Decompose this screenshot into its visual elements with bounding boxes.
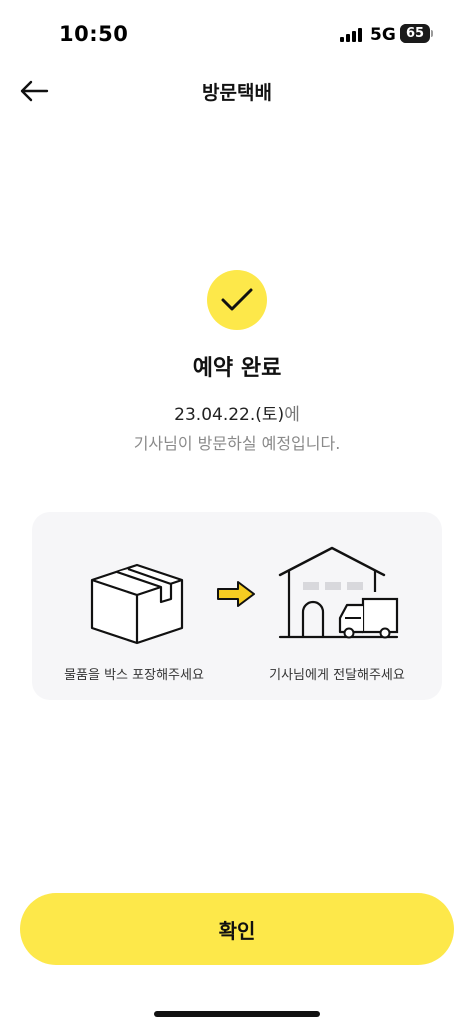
app-header: 방문택배 bbox=[0, 60, 474, 122]
pickup-date: 23.04.22.(토) bbox=[174, 405, 285, 425]
reservation-complete-title: 예약 완료 bbox=[192, 356, 282, 381]
pickup-date-suffix: 에 bbox=[284, 405, 300, 425]
step-label-handover: 기사님에게 전달해주세요 bbox=[269, 668, 405, 683]
pickup-date-line: 23.04.22.(토)에 bbox=[0, 400, 474, 425]
delivery-house-icon bbox=[278, 546, 399, 639]
confirm-button[interactable]: 확인 bbox=[20, 893, 454, 965]
checkmark-icon bbox=[221, 288, 253, 311]
steps-card: 물품을 박스 포장해주세요 기사님에게 전달해주세요 bbox=[32, 512, 442, 700]
status-time: 10:50 bbox=[59, 22, 129, 46]
status-bar: 10:50 5G 65 bbox=[0, 0, 474, 60]
arrow-right-icon bbox=[217, 581, 255, 607]
pickup-info-message: 기사님이 방문하실 예정입니다. bbox=[133, 434, 341, 453]
page-title: 방문택배 bbox=[202, 82, 272, 104]
success-badge bbox=[207, 270, 267, 330]
battery-percent: 65 bbox=[405, 26, 425, 41]
home-indicator bbox=[154, 1011, 320, 1017]
cellular-signal-icon bbox=[340, 28, 362, 42]
step-label-pack: 물품을 박스 포장해주세요 bbox=[64, 668, 204, 683]
package-box-icon bbox=[90, 563, 184, 645]
network-type: 5G bbox=[370, 25, 396, 45]
battery-icon: 65 bbox=[400, 24, 433, 43]
